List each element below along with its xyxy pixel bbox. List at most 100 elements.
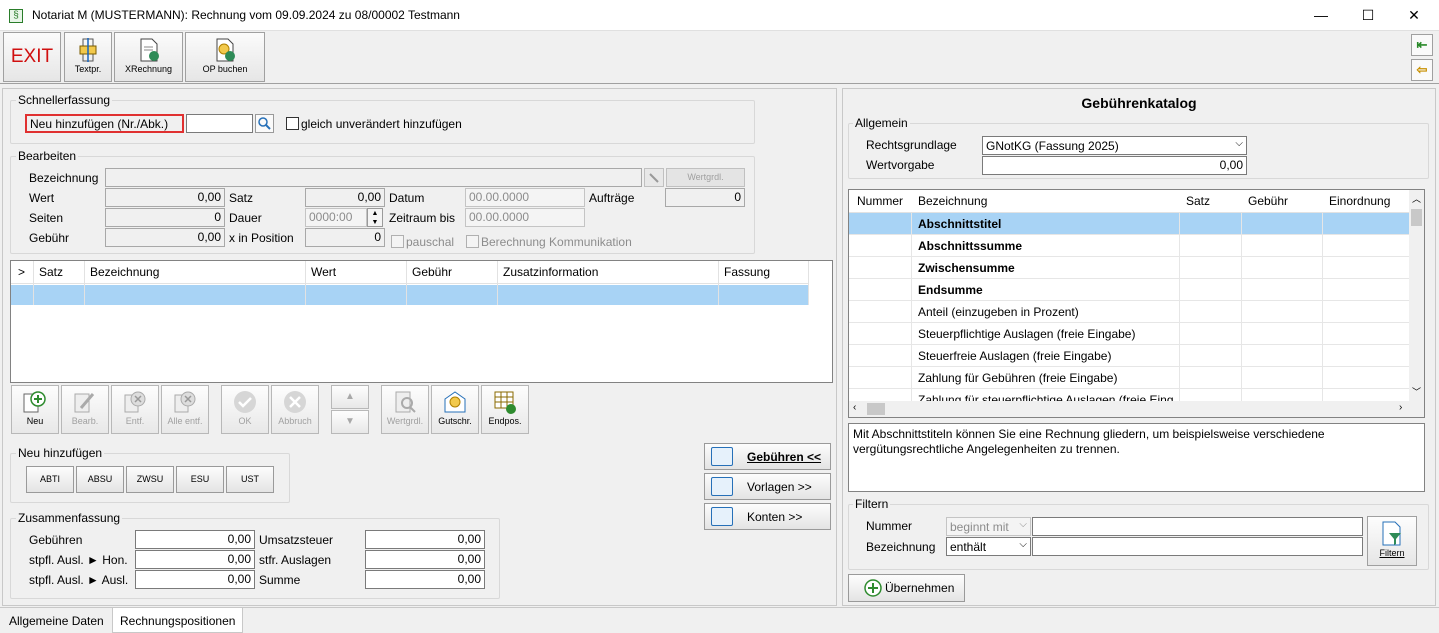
satz-field[interactable]: 0,00	[305, 188, 385, 207]
uebernehmen-button[interactable]: Übernehmen	[848, 574, 965, 602]
table-row[interactable]: Endsumme	[849, 279, 1409, 301]
endpos-button[interactable]: Endpos.	[481, 385, 529, 434]
auftraege-field[interactable]: 0	[665, 188, 745, 207]
wertgrdl-button[interactable]: Wertgrdl.	[381, 385, 429, 434]
arrow-back-icon[interactable]: ⇦	[1411, 59, 1433, 81]
zus-stfr-field[interactable]: 0,00	[365, 550, 485, 569]
zus-ust-field[interactable]: 0,00	[365, 530, 485, 549]
xpos-field[interactable]: 0	[305, 228, 385, 247]
col-einordnung[interactable]: Einordnung	[1329, 194, 1390, 208]
col-zusatzinformation[interactable]: Zusatzinformation	[503, 265, 598, 279]
search-button[interactable]	[255, 114, 274, 133]
abti-button[interactable]: ABTI	[26, 466, 74, 493]
scroll-thumb[interactable]	[1411, 209, 1422, 226]
bearb-button[interactable]: Bearb.	[61, 385, 109, 434]
wertgrdl-top-button[interactable]: Wertgrdl.	[666, 168, 745, 187]
gebuehr-field[interactable]: 0,00	[105, 228, 225, 247]
auftraege-label: Aufträge	[589, 191, 635, 205]
table-row[interactable]: Zahlung für Gebühren (freie Eingabe)	[849, 367, 1409, 389]
bearbeiten-label: Bearbeiten	[16, 149, 79, 163]
seiten-field[interactable]: 0	[105, 208, 225, 227]
rechtsgrundlage-value: GNotKG (Fassung 2025)	[986, 139, 1119, 153]
pauschal-checkbox[interactable]	[391, 235, 404, 248]
zus-hon-field[interactable]: 0,00	[135, 550, 255, 569]
table-row[interactable]: Steuerfreie Auslagen (freie Eingabe)	[849, 345, 1409, 367]
berechnung-checkbox[interactable]	[466, 235, 479, 248]
exit-button[interactable]: EXIT	[3, 32, 61, 82]
textpr-button[interactable]: Textpr.	[64, 32, 112, 82]
dauer-field[interactable]: 0000:00	[305, 208, 367, 227]
col-satz[interactable]: Satz	[39, 265, 63, 279]
table-row[interactable]: Abschnittssumme	[849, 235, 1409, 257]
dauer-spinner[interactable]: ▲ ▼	[367, 208, 383, 227]
col-nummer[interactable]: Nummer	[857, 194, 903, 208]
ust-button[interactable]: UST	[226, 466, 274, 493]
table-row[interactable]: Steuerpflichtige Auslagen (freie Eingabe…	[849, 323, 1409, 345]
alle-entf-button[interactable]: Alle entf.	[161, 385, 209, 434]
col-bezeichnung[interactable]: Bezeichnung	[918, 194, 987, 208]
vorlagen-button[interactable]: Vorlagen >>	[704, 473, 831, 500]
wrench-button[interactable]	[644, 168, 664, 187]
move-up-button[interactable]: ▲	[331, 385, 369, 409]
konten-button[interactable]: Konten >>	[704, 503, 831, 530]
col-bezeichnung[interactable]: Bezeichnung	[90, 265, 159, 279]
ok-button[interactable]: OK	[221, 385, 269, 434]
abbruch-button[interactable]: Abbruch	[271, 385, 319, 434]
wert-field[interactable]: 0,00	[105, 188, 225, 207]
tab-allgemeine-daten[interactable]: Allgemeine Daten	[2, 608, 111, 633]
nummer-mode-select[interactable]: beginnt mit ⌵	[946, 517, 1031, 536]
col-fassung[interactable]: Fassung	[724, 265, 770, 279]
gebuehr-label: Gebühr	[29, 231, 70, 245]
zwsu-button[interactable]: ZWSU	[126, 466, 174, 493]
filter-bezeichnung-label: Bezeichnung	[866, 540, 936, 554]
move-down-button[interactable]: ▼	[331, 410, 369, 434]
table-row[interactable]: Zwischensumme	[849, 257, 1409, 279]
wertvorgabe-field[interactable]: 0,00	[982, 156, 1247, 175]
zus-ausl-field[interactable]: 0,00	[135, 570, 255, 589]
table-row[interactable]	[11, 285, 809, 305]
filtern-button[interactable]: Filtern	[1367, 516, 1417, 566]
table-row[interactable]: Abschnittstitel	[849, 213, 1409, 235]
bezeichnung-mode-select[interactable]: enthält ⌵	[946, 537, 1031, 556]
zus-summe-field[interactable]: 0,00	[365, 570, 485, 589]
op-buchen-label: OP buchen	[202, 64, 248, 74]
col-gebuehr[interactable]: Gebühr	[1248, 194, 1288, 208]
gebuehren-button[interactable]: Gebühren <<	[704, 443, 831, 470]
vertical-scrollbar[interactable]: ︿ ﹀	[1409, 190, 1424, 401]
col-expand[interactable]: >	[18, 265, 25, 279]
scroll-down-icon[interactable]: ﹀	[1409, 385, 1424, 398]
zeitraum-field[interactable]: 00.00.0000	[465, 208, 585, 227]
scroll-left-icon[interactable]: ‹	[853, 402, 856, 413]
datum-field[interactable]: 00.00.0000	[465, 188, 585, 207]
arrow-left-icon[interactable]: ⇤	[1411, 34, 1433, 56]
minimize-icon[interactable]: —	[1298, 0, 1344, 31]
neu-button[interactable]: Neu	[11, 385, 59, 434]
quick-add-input[interactable]	[186, 114, 253, 133]
absu-button[interactable]: ABSU	[76, 466, 124, 493]
col-gebuehr[interactable]: Gebühr	[412, 265, 452, 279]
xrechnung-button[interactable]: XRechnung	[114, 32, 183, 82]
table-row[interactable]: Anteil (einzugeben in Prozent)	[849, 301, 1409, 323]
horizontal-scrollbar[interactable]: ‹ ›	[849, 401, 1424, 417]
col-wert[interactable]: Wert	[311, 265, 336, 279]
bezeichnung-field[interactable]	[105, 168, 642, 187]
unchanged-add-checkbox[interactable]	[286, 117, 299, 130]
table-row[interactable]: Zahlung für steuerpflichtige Auslagen (f…	[849, 389, 1409, 401]
filter-nummer-input[interactable]	[1032, 517, 1363, 536]
gutschr-button[interactable]: Gutschr.	[431, 385, 479, 434]
close-icon[interactable]: ✕	[1391, 0, 1437, 31]
op-buchen-button[interactable]: OP buchen	[185, 32, 265, 82]
rechtsgrundlage-select[interactable]: GNotKG (Fassung 2025) ⌵	[982, 136, 1247, 155]
scroll-right-icon[interactable]: ›	[1399, 402, 1402, 413]
tab-rechnungspositionen[interactable]: Rechnungspositionen	[112, 608, 244, 633]
esu-button[interactable]: ESU	[176, 466, 224, 493]
scroll-up-icon[interactable]: ︿	[1409, 192, 1424, 205]
zus-gebuehren-field[interactable]: 0,00	[135, 530, 255, 549]
entf-button[interactable]: Entf.	[111, 385, 159, 434]
toolbar: EXIT Textpr. XRechnung OP buchen ⇤ ⇦	[0, 31, 1439, 84]
col-satz[interactable]: Satz	[1186, 194, 1210, 208]
h-scroll-thumb[interactable]	[867, 403, 885, 415]
maximize-icon[interactable]: ☐	[1345, 0, 1391, 31]
catalog-rows: Abschnittstitel Abschnittssumme Zwischensu…	[849, 213, 1409, 401]
filter-bezeichnung-input[interactable]	[1032, 537, 1363, 556]
